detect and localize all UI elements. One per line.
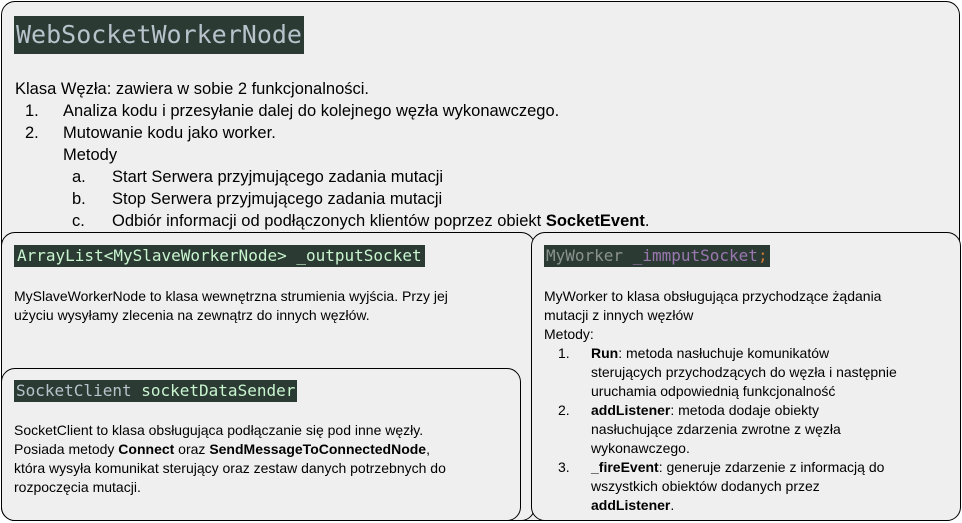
method-item-b: b. Stop Serwera przyjmującego zadania mu…	[15, 188, 442, 210]
output-socket-description: MySlaveWorkerNode to klasa wewnętrzna st…	[14, 288, 448, 323]
method-item-a: a. Start Serwera przyjmującego zadania m…	[15, 166, 443, 188]
item-text: Mutowanie kodu jako worker.	[63, 124, 276, 142]
node-title: WebSocketWorkerNode	[14, 16, 304, 54]
socket-client-code: SocketClient socketDataSender	[14, 380, 298, 402]
socket-event-keyword: SocketEvent	[545, 212, 645, 230]
method-text: Odbiór informacji od podłączonych klient…	[112, 212, 650, 230]
send-message-keyword: SendMessageToConnectedNode	[209, 441, 427, 457]
intro-heading: Klasa Węzła: zawiera w sobie 2 funkcjona…	[15, 80, 370, 98]
item-text: Analiza kodu i przesyłanie dalej do kole…	[63, 102, 560, 120]
worker-methods-label: Metody:	[544, 326, 594, 342]
method-text: Stop Serwera przyjmującego zadania mutac…	[112, 190, 443, 208]
intro-section: Klasa Węzła: zawiera w sobie 2 funkcjona…	[15, 78, 649, 232]
intro-item-1: 1. Analiza kodu i przesyłanie dalej do k…	[15, 100, 559, 122]
method-letter: c.	[72, 212, 85, 230]
socket-client-description: SocketClient to klasa obsługująca podłąc…	[14, 422, 446, 495]
socket-client-box: SocketClient socketDataSender SocketClie…	[1, 368, 521, 521]
worker-methods-list: 1. Run: metoda nasłuchuje komunikatów st…	[544, 344, 954, 515]
method-text: Start Serwera przyjmującego zadania muta…	[112, 168, 444, 186]
output-socket-code: ArrayList<MySlaveWorkerNode> _outputSock…	[14, 245, 425, 268]
intro-item-2: 2. Mutowanie kodu jako worker.	[15, 122, 369, 144]
method-item-c: c. Odbiór informacji od podłączonych kli…	[15, 210, 649, 232]
worker-description: MyWorker to klasa obsługująca przychodzą…	[544, 288, 882, 342]
worker-method-addlistener: 2. addListener: metoda dodaje obiekty na…	[558, 402, 841, 456]
connect-keyword: Connect	[118, 441, 175, 457]
methods-label: Metody	[63, 146, 118, 164]
worker-method-fireevent: 3. _fireEvent: generuje zdarzenie z info…	[558, 459, 885, 513]
worker-method-run: 1. Run: metoda nasłuchuje komunikatów st…	[558, 345, 897, 399]
worker-code: MyWorker _immputSocket;	[544, 245, 770, 267]
method-letter: a.	[72, 168, 86, 186]
method-letter: b.	[72, 190, 86, 208]
item-number: 1.	[25, 102, 39, 120]
worker-box: MyWorker _immputSocket; MyWorker to klas…	[531, 232, 961, 521]
item-number: 2.	[25, 124, 39, 142]
